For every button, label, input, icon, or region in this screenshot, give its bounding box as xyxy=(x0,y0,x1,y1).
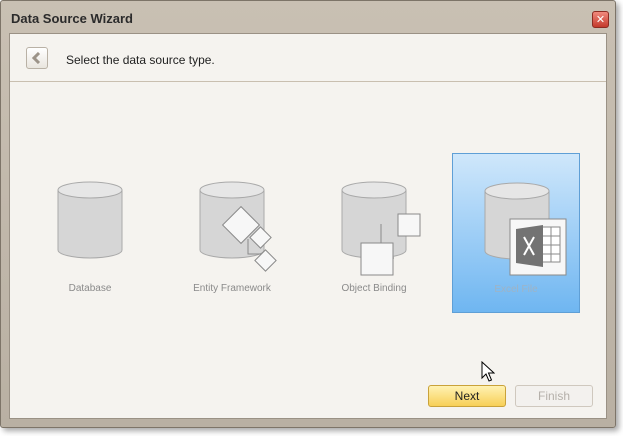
tile-excel-file[interactable]: Excel File xyxy=(452,153,580,313)
window-title: Data Source Wizard xyxy=(11,11,133,26)
close-button[interactable]: ✕ xyxy=(592,11,609,28)
wizard-body: Select the data source type. Database En… xyxy=(9,33,607,419)
tile-label: Object Binding xyxy=(341,283,407,294)
finish-button[interactable]: Finish xyxy=(515,385,593,407)
next-button[interactable]: Next xyxy=(428,385,506,407)
chevron-left-icon xyxy=(32,52,41,64)
instruction-text: Select the data source type. xyxy=(66,53,215,67)
excel-file-icon xyxy=(484,182,567,276)
tile-object-binding[interactable]: Object Binding xyxy=(310,153,438,313)
close-icon: ✕ xyxy=(595,14,606,26)
database-icon xyxy=(57,181,123,259)
object-binding-icon xyxy=(341,181,421,276)
tile-label: Database xyxy=(68,283,112,294)
entity-framework-icon xyxy=(199,181,277,272)
back-button[interactable] xyxy=(26,47,48,69)
mouse-cursor-icon xyxy=(481,361,495,382)
wizard-header: Select the data source type. xyxy=(10,34,606,82)
tile-label: Excel File xyxy=(494,284,538,295)
tile-label: Entity Framework xyxy=(193,283,271,294)
tile-database[interactable]: Database xyxy=(26,153,154,313)
wizard-window: Data Source Wizard ✕ Select the data sou… xyxy=(0,0,616,428)
title-bar[interactable]: Data Source Wizard ✕ xyxy=(1,1,615,35)
tile-entity-framework[interactable]: Entity Framework xyxy=(168,153,296,313)
